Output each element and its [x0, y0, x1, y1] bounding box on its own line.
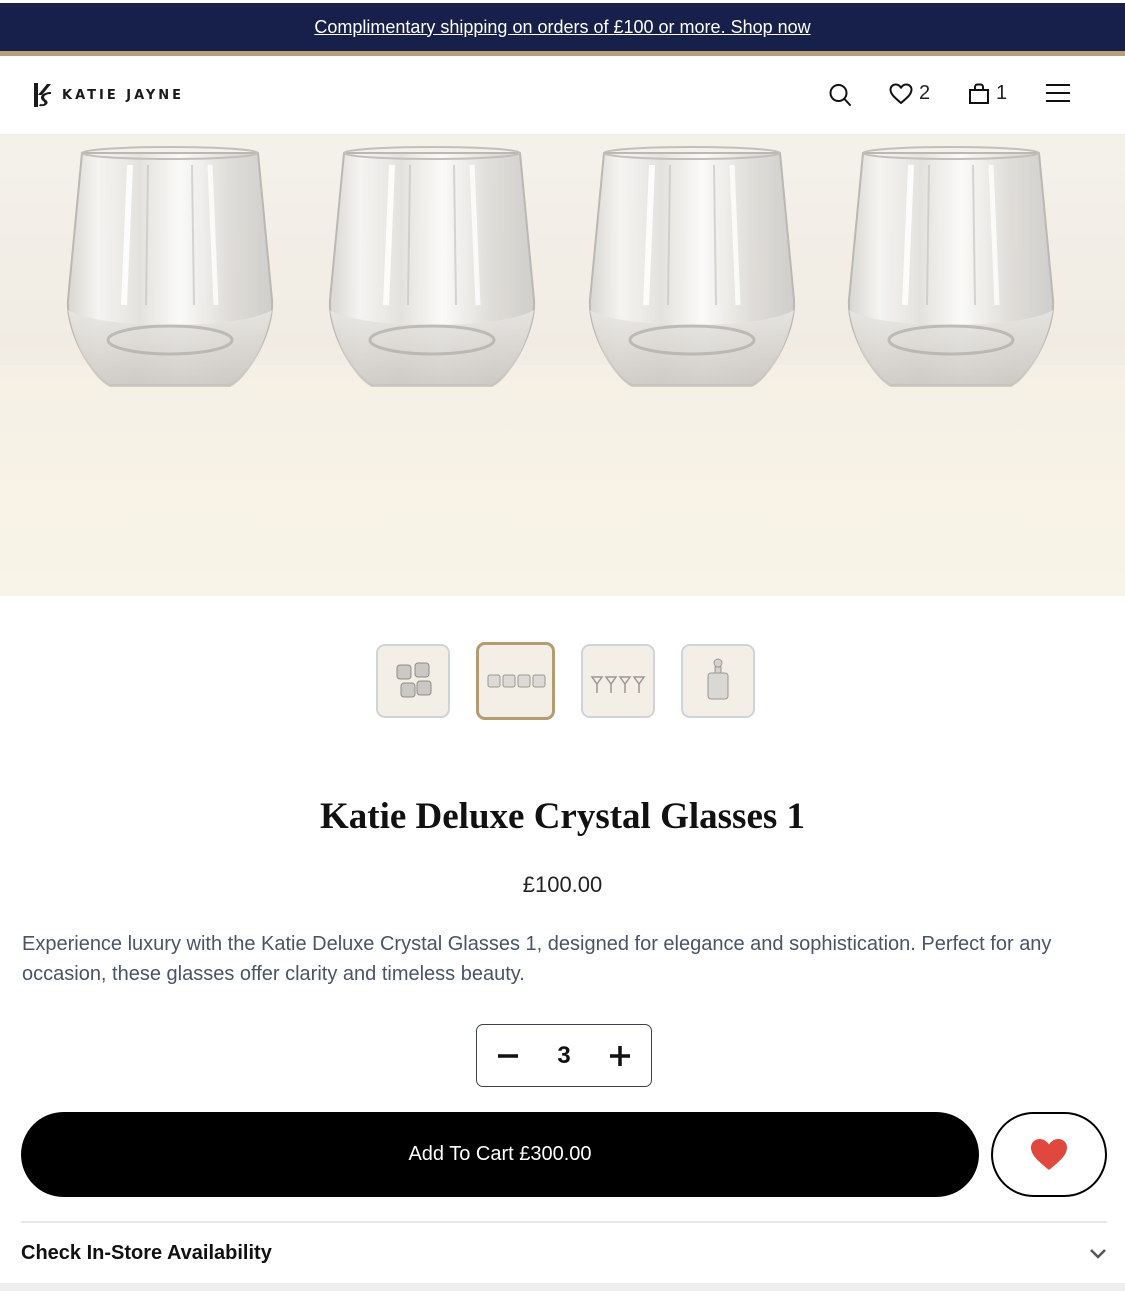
add-to-wishlist-button[interactable] — [991, 1112, 1107, 1197]
promo-banner-link[interactable]: Complimentary shipping on orders of £100… — [314, 17, 810, 38]
store-availability-accordion[interactable]: Check In-Store Availability — [21, 1242, 1107, 1265]
increase-quantity-button[interactable] — [607, 1043, 633, 1069]
menu-button[interactable] — [1045, 83, 1071, 103]
product-description: Experience luxury with the Katie Deluxe … — [22, 933, 1052, 985]
wishlist-button[interactable]: 2 — [889, 82, 930, 105]
decrease-quantity-button[interactable] — [495, 1043, 521, 1069]
section-divider — [21, 1221, 1107, 1223]
decanter-thumbnail-icon — [707, 658, 729, 700]
promo-banner: Complimentary shipping on orders of £100… — [0, 3, 1125, 51]
site-header: KATIE JAYNE 2 1 — [0, 56, 1125, 135]
hamburger-menu-icon — [1046, 84, 1070, 102]
heart-outline-icon — [889, 83, 913, 104]
search-icon — [829, 84, 851, 106]
cart-count: 1 — [996, 82, 1008, 104]
chevron-down-icon — [1090, 1248, 1106, 1259]
image-thumbnails — [376, 642, 755, 720]
product-title: Katie Deluxe Crystal Glasses 1 — [319, 796, 806, 837]
add-to-cart-button[interactable]: Add To Cart £300.00 — [21, 1112, 979, 1197]
search-button[interactable] — [828, 82, 852, 108]
thumbnail-glasses-row[interactable] — [476, 642, 555, 720]
quantity-stepper: 3 — [476, 1024, 652, 1087]
glasses-row-thumbnail-icon — [487, 674, 545, 688]
brand-logo[interactable]: KATIE JAYNE — [32, 82, 184, 108]
wishlist-count: 2 — [919, 82, 931, 104]
product-price: £100.00 — [522, 872, 603, 897]
cart-button[interactable]: 1 — [968, 82, 1007, 105]
coupes-thumbnail-icon — [590, 676, 646, 693]
heart-filled-icon — [1031, 1138, 1067, 1170]
shopping-bag-icon — [969, 83, 989, 104]
product-hero-image — [0, 135, 1125, 596]
thumbnail-tumblers[interactable] — [376, 644, 450, 718]
tumblers-thumbnail-icon — [396, 662, 432, 698]
thumbnail-coupes[interactable] — [581, 644, 655, 718]
minus-icon — [498, 1053, 518, 1058]
brand-monogram-icon — [34, 83, 51, 107]
crystal-glasses-image — [0, 135, 1125, 596]
thumbnail-decanter[interactable] — [681, 644, 755, 718]
add-to-cart-label: Add To Cart £300.00 — [408, 1143, 592, 1165]
store-availability-label: Check In-Store Availability — [21, 1242, 272, 1264]
bottom-edge — [0, 1283, 1125, 1291]
quantity-value[interactable]: 3 — [557, 1042, 570, 1070]
brand-name: KATIE JAYNE — [62, 87, 185, 103]
plus-icon — [609, 1045, 630, 1066]
